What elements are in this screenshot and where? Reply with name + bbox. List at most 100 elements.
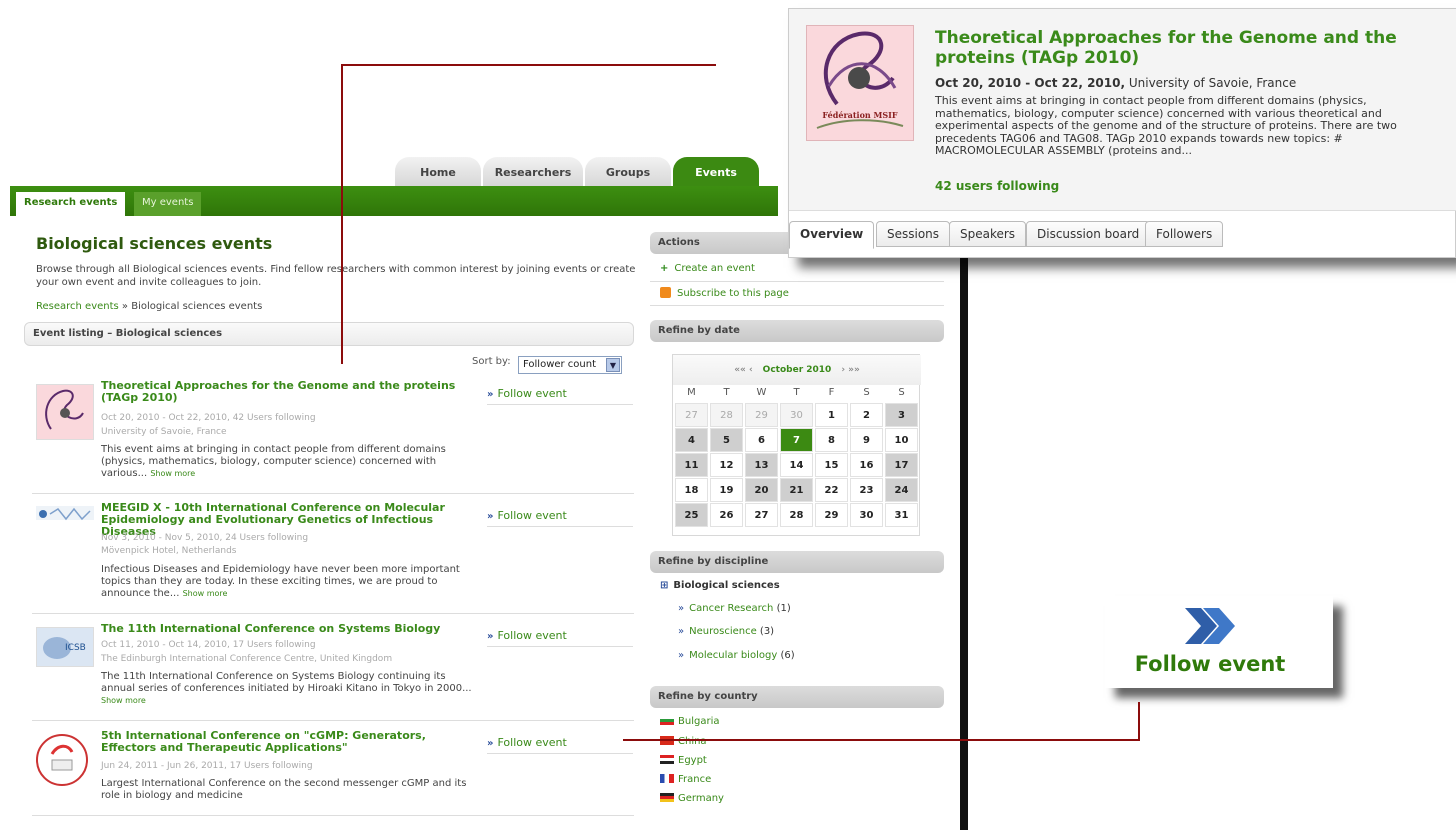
double-chevron-icon: » [678,650,685,661]
event-description: This event aims at bringing in contact p… [101,444,481,480]
connector-line [1138,702,1140,741]
calendar-day[interactable]: 27 [745,503,778,527]
calendar-day-header: M [687,387,696,398]
follow-event-zoom-label: Follow event [1134,652,1286,676]
tab-overview[interactable]: Overview [789,221,875,249]
subtab-research-events[interactable]: Research events [16,192,126,216]
event-logo [36,734,88,786]
country-item[interactable]: Bulgaria [660,716,719,727]
calendar-day[interactable]: 6 [745,428,778,452]
calendar-day[interactable]: 21 [780,478,813,502]
calendar-day[interactable]: 30 [780,403,813,427]
show-more-link[interactable]: Show more [101,696,146,705]
country-item[interactable]: Egypt [660,755,707,766]
event-description: Largest International Conference on the … [101,778,481,802]
calendar-day[interactable]: 22 [815,478,848,502]
show-more-link[interactable]: Show more [150,469,195,478]
breadcrumb-link[interactable]: Research events [36,301,119,312]
connector-line [341,64,716,66]
calendar-day-header: S [863,387,870,398]
calendar-day[interactable]: 26 [710,503,743,527]
calendar-day[interactable]: 4 [675,428,708,452]
tab-researchers[interactable]: Researchers [483,157,583,187]
tab-followers[interactable]: Followers [1145,221,1224,247]
sort-select[interactable]: Follower count ▼ [518,356,622,374]
double-chevron-icon [1185,608,1235,644]
country-name: Egypt [678,755,707,766]
calendar-day[interactable]: 13 [745,453,778,477]
calendar-day[interactable]: 8 [815,428,848,452]
event-detail-title: Theoretical Approaches for the Genome an… [935,28,1397,68]
tab-speakers[interactable]: Speakers [949,221,1027,247]
calendar-day[interactable]: 28 [780,503,813,527]
discipline-item[interactable]: » Molecular biology (6) [678,650,795,661]
discipline-name: Cancer Research [689,603,774,614]
calendar-day[interactable]: 7 [780,428,813,452]
subtab-my-events[interactable]: My events [134,192,202,216]
event-description: The 11th International Conference on Sys… [101,671,481,707]
calendar-day[interactable]: 28 [710,403,743,427]
country-item[interactable]: France [660,774,711,785]
tab-home[interactable]: Home [395,157,481,187]
tab-events[interactable]: Events [673,157,759,187]
calendar-header: «« ‹ October 2010 › »» [673,355,921,385]
calendar-day[interactable]: 25 [675,503,708,527]
calendar-day[interactable]: 11 [675,453,708,477]
calendar-day[interactable]: 2 [850,403,883,427]
event-title[interactable]: The 11th International Conference on Sys… [101,623,481,635]
calendar-day[interactable]: 3 [885,403,918,427]
calendar-day[interactable]: 23 [850,478,883,502]
calendar-next-button[interactable]: › »» [841,365,859,375]
rss-icon [660,287,671,298]
tab-discussion-board[interactable]: Discussion board [1026,221,1151,247]
calendar-day[interactable]: 5 [710,428,743,452]
calendar-day[interactable]: 24 [885,478,918,502]
calendar-day[interactable]: 30 [850,503,883,527]
calendar-day[interactable]: 14 [780,453,813,477]
subscribe-link[interactable]: Subscribe to this page [660,287,789,299]
country-item[interactable]: China [660,736,707,747]
calendar-day[interactable]: 18 [675,478,708,502]
discipline-item[interactable]: » Cancer Research (1) [678,603,791,614]
follow-event-button[interactable]: » Follow event [487,509,633,527]
follow-event-button[interactable]: » Follow event [487,629,633,647]
calendar-day[interactable]: 31 [885,503,918,527]
tab-sessions[interactable]: Sessions [876,221,951,247]
followers-count-link[interactable]: 42 users following [935,179,1059,193]
calendar-prev-button[interactable]: «« ‹ [734,365,752,375]
calendar-day[interactable]: 27 [675,403,708,427]
country-name: China [678,736,707,747]
calendar-day[interactable]: 1 [815,403,848,427]
calendar-day[interactable]: 17 [885,453,918,477]
calendar-day[interactable]: 29 [815,503,848,527]
calendar: «« ‹ October 2010 › »» M T W T F S S 27 28 29 30 1 2 3 4… [672,354,921,536]
discipline-item[interactable]: » Neuroscience (3) [678,626,774,637]
calendar-day[interactable]: 15 [815,453,848,477]
follow-event-zoom[interactable]: Follow event [1105,596,1333,688]
event-dates: Oct 20, 2010 - Oct 22, 2010, 42 Users fo… [101,413,316,423]
discipline-root[interactable]: ⊞ Biological sciences [660,580,780,591]
calendar-day[interactable]: 12 [710,453,743,477]
calendar-day[interactable]: 9 [850,428,883,452]
calendar-day[interactable]: 10 [885,428,918,452]
sort-value: Follower count [523,359,597,370]
calendar-day-header: S [898,387,905,398]
tab-groups[interactable]: Groups [585,157,671,187]
list-item: 5th International Conference on "cGMP: G… [32,730,634,816]
calendar-day[interactable]: 29 [745,403,778,427]
calendar-day[interactable]: 20 [745,478,778,502]
show-more-link[interactable]: Show more [183,589,228,598]
create-event-link[interactable]: + Create an event [660,263,755,274]
list-item: ICSB The 11th International Conference o… [32,623,634,721]
calendar-day[interactable]: 16 [850,453,883,477]
event-title[interactable]: 5th International Conference on "cGMP: G… [101,730,481,754]
calendar-day[interactable]: 19 [710,478,743,502]
follow-event-button[interactable]: » Follow event [487,387,633,405]
follow-event-button[interactable]: » Follow event [487,736,633,754]
breadcrumb-current: Biological sciences events [131,301,263,312]
country-item[interactable]: Germany [660,793,724,804]
event-title[interactable]: Theoretical Approaches for the Genome an… [101,380,481,404]
discipline-name: Neuroscience [689,626,757,637]
chevron-down-icon[interactable]: ▼ [606,358,620,372]
event-logo [36,506,94,521]
